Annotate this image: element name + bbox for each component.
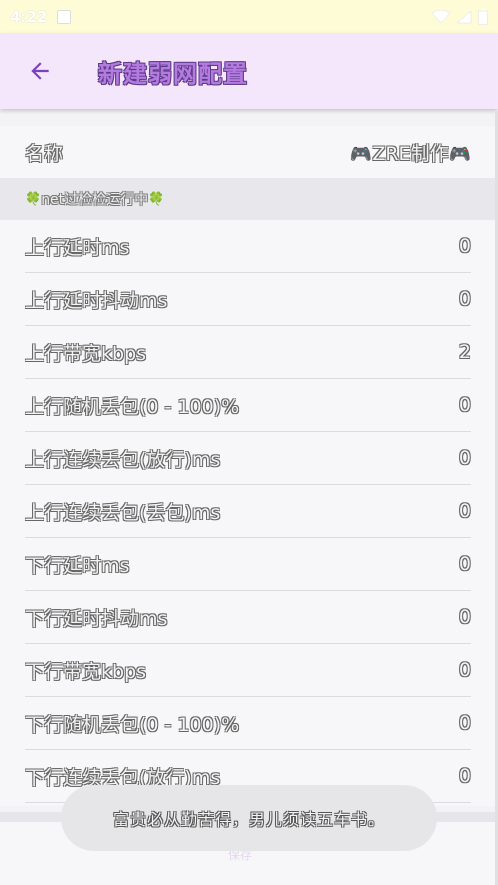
- status-time: 4:22: [10, 7, 48, 26]
- setting-row-downlink-bandwidth[interactable]: 下行带宽kbps 0: [25, 644, 471, 697]
- setting-row-downlink-jitter[interactable]: 下行延时抖动ms 0: [25, 591, 471, 644]
- section-header: 🍀 net过检检运行中 🍀: [0, 178, 495, 220]
- notification-icon: [57, 9, 72, 24]
- setting-value: 0: [458, 394, 471, 416]
- setting-value: 0: [458, 765, 471, 787]
- name-label: 名称: [25, 142, 64, 165]
- back-button[interactable]: [10, 41, 70, 101]
- setting-value: 0: [458, 235, 471, 257]
- setting-row-downlink-random-loss[interactable]: 下行随机丢包(0 - 100)% 0: [25, 697, 471, 750]
- setting-label: 下行带宽kbps: [25, 660, 147, 683]
- setting-row-downlink-delay[interactable]: 下行延时ms 0: [25, 538, 471, 591]
- page-title: 新建弱网配置: [98, 59, 248, 88]
- setting-row-uplink-bandwidth[interactable]: 上行带宽kbps 2: [25, 326, 471, 379]
- gamepad-icon: 🎮: [448, 143, 471, 165]
- battery-icon: [478, 8, 488, 25]
- toast-message: 富贵必从勤苦得，男儿须读五车书。: [61, 785, 437, 851]
- setting-row-uplink-delay[interactable]: 上行延时ms 0: [25, 220, 471, 273]
- status-bar: 4:22: [0, 0, 498, 33]
- app-bar: 新建弱网配置: [0, 33, 498, 109]
- setting-value: 0: [458, 606, 471, 628]
- name-row[interactable]: 名称 🎮ZRE制作🎮: [25, 126, 471, 178]
- setting-label: 上行连续丢包(放行)ms: [25, 448, 221, 471]
- setting-value: 0: [458, 288, 471, 310]
- setting-value: 0: [458, 712, 471, 734]
- setting-label: 上行随机丢包(0 - 100)%: [25, 395, 240, 418]
- status-icons: [432, 8, 488, 25]
- setting-value: 2: [458, 341, 471, 363]
- setting-label: 下行随机丢包(0 - 100)%: [25, 713, 240, 736]
- setting-label: 下行延时ms: [25, 554, 130, 577]
- clover-icon: 🍀: [25, 191, 42, 207]
- setting-value: 0: [458, 659, 471, 681]
- setting-label: 上行延时抖动ms: [25, 289, 168, 312]
- setting-row-uplink-jitter[interactable]: 上行延时抖动ms 0: [25, 273, 471, 326]
- setting-label: 上行带宽kbps: [25, 342, 147, 365]
- setting-value: 0: [458, 500, 471, 522]
- setting-row-uplink-burst-pass[interactable]: 上行连续丢包(放行)ms 0: [25, 432, 471, 485]
- section-label: net过检检运行中: [41, 192, 149, 208]
- cellular-signal-icon: [456, 9, 472, 23]
- config-list: 名称 🎮ZRE制作🎮 🍀 net过检检运行中 🍀 上行延时ms 0 上行延时抖动…: [0, 126, 495, 806]
- setting-row-uplink-random-loss[interactable]: 上行随机丢包(0 - 100)% 0: [25, 379, 471, 432]
- clover-icon: 🍀: [148, 191, 165, 207]
- setting-value: 0: [458, 553, 471, 575]
- setting-row-uplink-burst-drop[interactable]: 上行连续丢包(丢包)ms 0: [25, 485, 471, 538]
- gamepad-icon: 🎮: [349, 143, 373, 165]
- setting-value: 0: [458, 447, 471, 469]
- setting-label: 下行延时抖动ms: [25, 607, 168, 630]
- setting-label: 上行延时ms: [25, 236, 130, 259]
- setting-label: 上行连续丢包(丢包)ms: [25, 501, 221, 524]
- arrow-left-icon: [31, 62, 49, 80]
- name-value: 🎮ZRE制作🎮: [349, 142, 471, 165]
- wifi-icon: [432, 9, 450, 23]
